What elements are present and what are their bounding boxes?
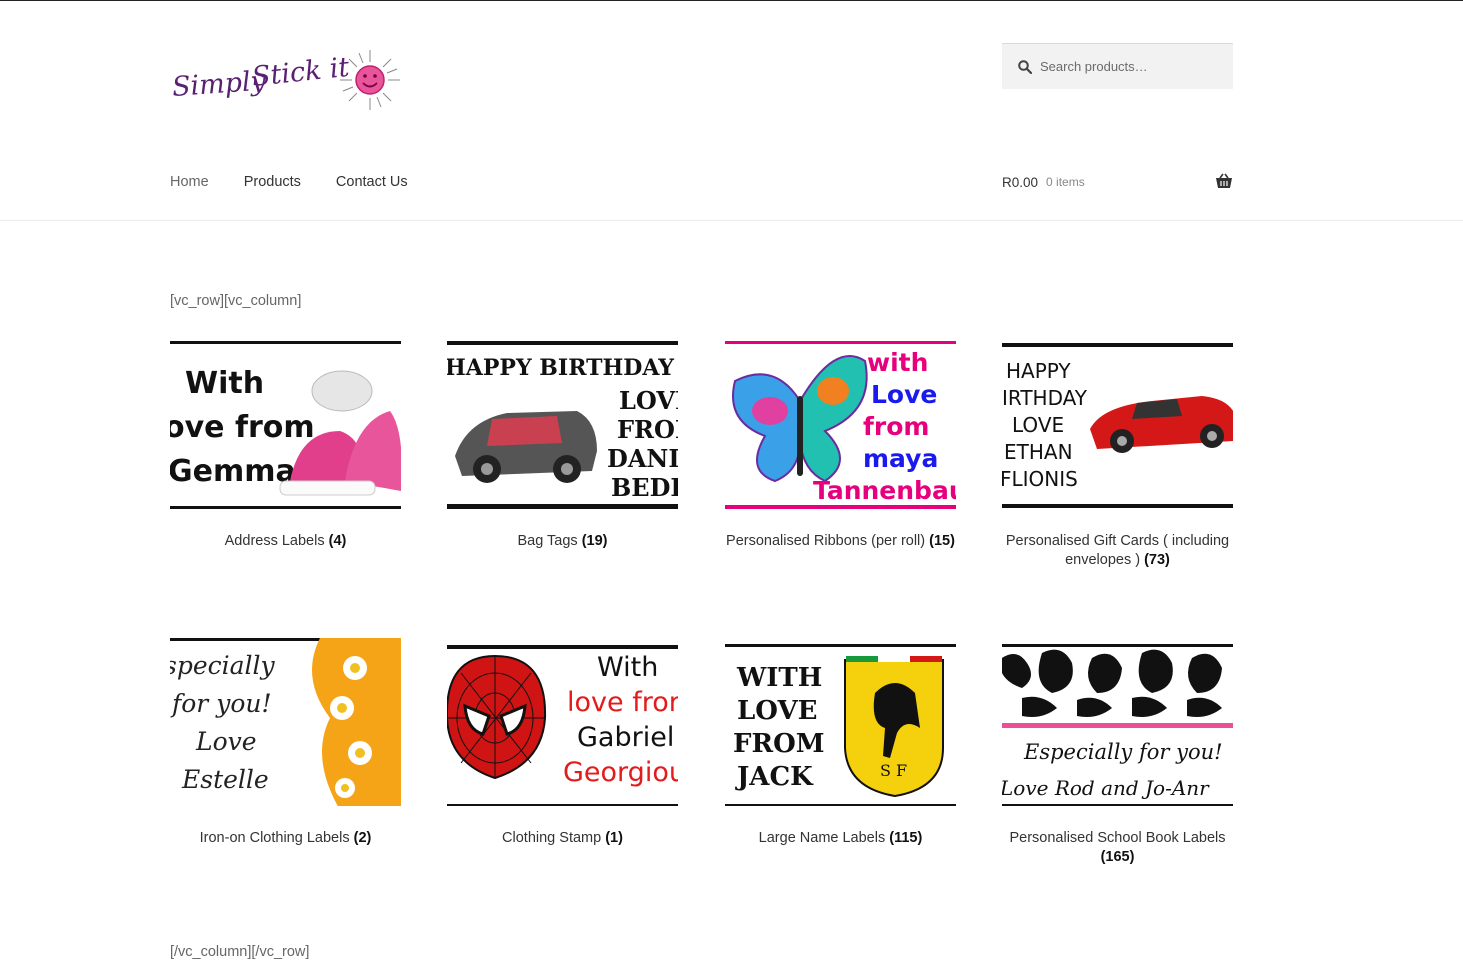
search-icon[interactable] bbox=[1018, 59, 1032, 74]
svg-text:Love: Love bbox=[195, 727, 257, 756]
site-logo[interactable]: Simply Stick it bbox=[170, 44, 410, 118]
svg-text:Especially for you!: Especially for you! bbox=[1023, 740, 1223, 764]
category-title[interactable]: Personalised Ribbons (per roll) (15) bbox=[725, 532, 956, 551]
label-preview-image: HAPPY BIRTHDAY LOVI FROI DANIE BEDE bbox=[447, 341, 678, 509]
image-text-1: HAPPY BIRTHDAY bbox=[447, 355, 674, 381]
nav-contact-us[interactable]: Contact Us bbox=[336, 172, 408, 192]
category-title[interactable]: Personalised School Book Labels (165) bbox=[1002, 829, 1233, 867]
svg-text:JACK: JACK bbox=[735, 762, 814, 792]
svg-text:Estelle: Estelle bbox=[181, 765, 269, 794]
label-preview-image: Especially for you! Love Rod and Jo-Anr bbox=[1002, 644, 1233, 806]
svg-text:FLIONIS: FLIONIS bbox=[1002, 467, 1078, 491]
label-preview-image: HAPPY IRTHDAY LOVE ETHAN FLIONIS bbox=[1002, 343, 1233, 508]
shortcode-open-text: [vc_row][vc_column] bbox=[170, 293, 302, 309]
category-title[interactable]: Iron-on Clothing Labels (2) bbox=[170, 829, 401, 848]
svg-text:from: from bbox=[863, 412, 929, 441]
category-iron-on-clothing-labels[interactable]: specially for you! Love Estelle Iron-on … bbox=[170, 638, 401, 848]
svg-text:specially: specially bbox=[170, 651, 276, 680]
search-input[interactable] bbox=[1040, 59, 1220, 74]
category-bag-tags[interactable]: HAPPY BIRTHDAY LOVI FROI DANIE BEDE Bag … bbox=[447, 341, 678, 551]
label-preview-image: WITH LOVE FROM JACK S F bbox=[725, 644, 956, 806]
svg-text:FROM: FROM bbox=[733, 729, 825, 759]
category-count: (1) bbox=[605, 830, 623, 846]
label-preview-image: With ove from Gemma bbox=[170, 341, 401, 509]
svg-text:for you!: for you! bbox=[170, 689, 272, 718]
category-clothing-stamp[interactable]: With love fror Gabriel Georgiou Clothing… bbox=[447, 638, 678, 848]
cart-item-count[interactable]: 0 items bbox=[1046, 175, 1085, 189]
category-image[interactable]: WITH LOVE FROM JACK S F bbox=[725, 638, 956, 806]
category-personalised-school-book-labels[interactable]: Especially for you! Love Rod and Jo-Anr … bbox=[1002, 638, 1233, 867]
svg-text:With: With bbox=[597, 652, 658, 683]
logo-graphic: Simply Stick it bbox=[171, 50, 400, 110]
category-count: (4) bbox=[328, 533, 347, 549]
label-preview-image: specially for you! Love Estelle bbox=[170, 638, 401, 806]
category-count: (2) bbox=[353, 830, 372, 846]
header-divider bbox=[0, 220, 1463, 221]
svg-text:DANIE: DANIE bbox=[607, 444, 678, 473]
primary-navigation: Home Products Contact Us bbox=[170, 172, 443, 192]
svg-text:Stick it: Stick it bbox=[251, 52, 351, 93]
label-preview-image: With love fror Gabriel Georgiou bbox=[447, 645, 678, 806]
svg-text:with: with bbox=[867, 348, 928, 377]
category-count: (73) bbox=[1144, 552, 1170, 568]
category-title[interactable]: Clothing Stamp (1) bbox=[447, 829, 678, 848]
product-search[interactable] bbox=[1002, 43, 1233, 89]
svg-text:Georgiou: Georgiou bbox=[563, 757, 678, 788]
cart-amount[interactable]: R0.00 bbox=[1002, 175, 1038, 190]
svg-text:Love: Love bbox=[871, 380, 937, 409]
category-personalised-gift-cards[interactable]: HAPPY IRTHDAY LOVE ETHAN FLIONIS Persona… bbox=[1002, 341, 1233, 570]
svg-text:HAPPY: HAPPY bbox=[1006, 359, 1071, 383]
category-title[interactable]: Bag Tags (19) bbox=[447, 532, 678, 551]
category-address-labels[interactable]: With ove from Gemma Address Labels (4) bbox=[170, 341, 401, 551]
category-count: (19) bbox=[581, 533, 608, 549]
category-count: (165) bbox=[1100, 849, 1135, 865]
nav-products[interactable]: Products bbox=[244, 172, 301, 192]
svg-text:Love Rod and Jo-Anr: Love Rod and Jo-Anr bbox=[1002, 776, 1210, 800]
category-image[interactable]: HAPPY BIRTHDAY LOVI FROI DANIE BEDE bbox=[447, 341, 678, 509]
svg-text:Gabriel: Gabriel bbox=[577, 722, 674, 753]
svg-text:WITH: WITH bbox=[736, 663, 822, 693]
category-count: (115) bbox=[889, 830, 923, 846]
shortcode-close-text: [/vc_column][/vc_row] bbox=[170, 944, 310, 960]
category-image[interactable]: specially for you! Love Estelle bbox=[170, 638, 401, 806]
image-text-3: Gemma bbox=[170, 454, 296, 489]
category-image[interactable]: With love fror Gabriel Georgiou bbox=[447, 638, 678, 806]
category-image[interactable]: With ove from Gemma bbox=[170, 341, 401, 509]
category-image[interactable]: with Love from maya Tannenbau bbox=[725, 341, 956, 509]
category-image[interactable]: Especially for you! Love Rod and Jo-Anr bbox=[1002, 638, 1233, 806]
svg-text:LOVI: LOVI bbox=[619, 386, 678, 415]
svg-text:FROI: FROI bbox=[617, 415, 678, 444]
category-personalised-ribbons[interactable]: with Love from maya Tannenbau Personalis… bbox=[725, 341, 956, 551]
label-preview-image: with Love from maya Tannenbau bbox=[725, 341, 956, 509]
svg-text:maya: maya bbox=[863, 444, 938, 473]
svg-text:IRTHDAY: IRTHDAY bbox=[1002, 386, 1088, 410]
shopping-basket-icon[interactable] bbox=[1215, 173, 1233, 189]
svg-text:Tannenbau: Tannenbau bbox=[813, 476, 956, 505]
svg-text:S F: S F bbox=[880, 761, 907, 780]
svg-text:ETHAN: ETHAN bbox=[1004, 440, 1073, 464]
category-image[interactable]: HAPPY IRTHDAY LOVE ETHAN FLIONIS bbox=[1002, 341, 1233, 509]
svg-text:love fror: love fror bbox=[567, 687, 678, 718]
svg-text:BEDE: BEDE bbox=[611, 473, 678, 502]
category-count: (15) bbox=[929, 533, 955, 549]
top-border bbox=[0, 0, 1463, 1]
header-cart[interactable]: R0.00 0 items bbox=[1002, 172, 1233, 192]
svg-text:LOVE: LOVE bbox=[1012, 413, 1064, 437]
nav-home[interactable]: Home bbox=[170, 172, 209, 192]
category-title[interactable]: Personalised Gift Cards ( including enve… bbox=[1002, 532, 1233, 570]
image-text-1: With bbox=[185, 366, 264, 401]
category-large-name-labels[interactable]: WITH LOVE FROM JACK S F Large Name Label… bbox=[725, 638, 956, 848]
category-title[interactable]: Large Name Labels (115) bbox=[725, 829, 956, 848]
svg-text:LOVE: LOVE bbox=[737, 696, 817, 726]
image-text-2: ove from bbox=[170, 410, 315, 445]
category-title[interactable]: Address Labels (4) bbox=[170, 532, 401, 551]
